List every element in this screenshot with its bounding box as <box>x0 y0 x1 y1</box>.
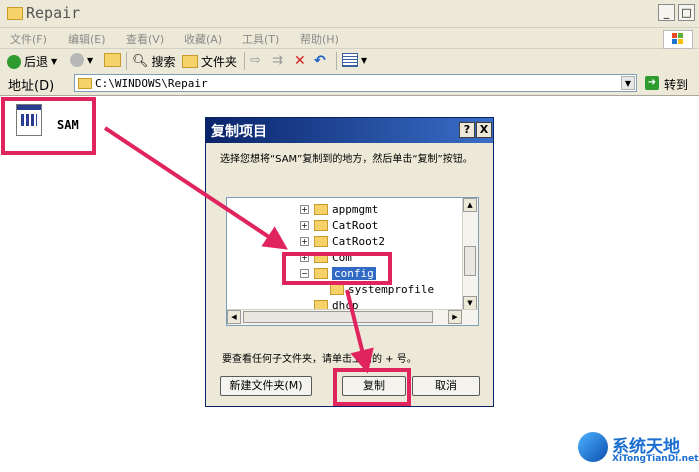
folder-icon <box>78 78 92 89</box>
title-bar: Repair _ □ <box>0 0 699 28</box>
views-icon <box>342 53 358 67</box>
expand-icon[interactable]: + <box>300 237 309 246</box>
address-label: 地址(D) <box>8 79 55 94</box>
window-title: Repair <box>26 4 81 22</box>
delete-button[interactable]: ✕ <box>294 53 306 69</box>
toolbar: 后退 ▼ ▼ 🔍︎ 搜索 文件夹 ⇨ ⇉ ✕ ↶ ▼ <box>0 49 699 74</box>
maximize-button[interactable]: □ <box>678 4 695 21</box>
tree-item-label: CatRoot <box>332 219 379 232</box>
folder-icon <box>7 7 23 20</box>
folder-icon <box>330 284 344 295</box>
folders-label: 文件夹 <box>201 55 238 69</box>
dialog-title-bar: 复制项目 ? X <box>206 118 493 143</box>
back-label: 后退 <box>24 55 49 69</box>
expand-icon[interactable]: + <box>300 205 309 214</box>
copy-highlight-box <box>333 368 411 406</box>
chevron-down-icon: ▼ <box>87 55 94 65</box>
toolbar-separator <box>244 52 245 70</box>
toolbar-separator <box>336 52 337 70</box>
tree-vertical-scrollbar[interactable]: ▲ ▼ <box>462 198 478 310</box>
scroll-up-icon[interactable]: ▲ <box>463 198 477 212</box>
expand-icon[interactable]: + <box>300 221 309 230</box>
windows-logo-icon <box>663 30 693 49</box>
go-arrow-icon[interactable]: ➜ <box>645 76 659 90</box>
folders-button[interactable]: 文件夹 <box>182 53 237 70</box>
menu-edit[interactable]: 编辑(E) <box>68 31 106 47</box>
up-folder-icon <box>104 53 121 67</box>
undo-icon: ↶ <box>314 53 326 69</box>
watermark-logo-icon <box>578 432 608 462</box>
scroll-right-icon[interactable]: ▶ <box>448 310 462 324</box>
address-dropdown-icon[interactable]: ▼ <box>621 76 635 90</box>
dialog-title: 复制项目 <box>211 124 267 140</box>
back-arrow-icon <box>7 54 21 69</box>
sam-highlight-box <box>1 97 96 155</box>
copy-to-icon: ⇉ <box>272 53 283 68</box>
tree-item-catroot2[interactable]: + CatRoot2 <box>227 234 467 250</box>
chevron-down-icon: ▼ <box>51 57 58 66</box>
address-bar: 地址(D) C:\WINDOWS\Repair ▼ ➜ 转到 <box>0 73 699 96</box>
tree-item-catroot[interactable]: + CatRoot <box>227 218 467 234</box>
config-highlight-box <box>282 252 392 285</box>
tree-horizontal-scrollbar[interactable]: ◀ ▶ <box>227 309 478 325</box>
address-input[interactable]: C:\WINDOWS\Repair ▼ <box>74 74 637 92</box>
menu-view[interactable]: 查看(V) <box>126 31 164 47</box>
watermark-url: XiTongTianDi.net <box>612 454 699 464</box>
move-to-button[interactable]: ⇨ <box>250 53 261 68</box>
folder-icon <box>314 204 328 215</box>
tree-item-label: CatRoot2 <box>332 235 385 248</box>
scroll-thumb[interactable] <box>243 311 433 323</box>
search-label: 搜索 <box>151 55 176 69</box>
delete-icon: ✕ <box>294 53 306 69</box>
copy-to-button[interactable]: ⇉ <box>272 53 283 68</box>
scroll-left-icon[interactable]: ◀ <box>227 310 241 324</box>
dialog-hint-text: 要查看任何子文件夹，请单击上面的 + 号。 <box>222 354 417 365</box>
address-path: C:\WINDOWS\Repair <box>95 77 208 90</box>
views-button[interactable]: ▼ <box>342 53 367 67</box>
dialog-close-button[interactable]: X <box>476 122 492 138</box>
scroll-thumb[interactable] <box>464 246 476 276</box>
search-icon: 🔍︎ <box>132 54 149 69</box>
scroll-down-icon[interactable]: ▼ <box>463 296 477 310</box>
folder-icon <box>314 220 328 231</box>
new-folder-button[interactable]: 新建文件夹(M) <box>220 376 312 396</box>
menu-tools[interactable]: 工具(T) <box>242 31 279 47</box>
menu-file[interactable]: 文件(F) <box>10 31 47 47</box>
undo-button[interactable]: ↶ <box>314 53 326 69</box>
menu-help[interactable]: 帮助(H) <box>300 31 339 47</box>
toolbar-separator <box>126 52 127 70</box>
move-to-icon: ⇨ <box>250 53 261 68</box>
watermark: 系统天地 XiTongTianDi.net <box>578 430 699 470</box>
menu-bar: 文件(F) 编辑(E) 查看(V) 收藏(A) 工具(T) 帮助(H) <box>0 28 699 49</box>
folders-icon <box>182 55 198 68</box>
chevron-down-icon: ▼ <box>361 55 368 65</box>
go-button[interactable]: 转到 <box>664 76 688 93</box>
tree-item-label: appmgmt <box>332 203 379 216</box>
up-folder-button[interactable] <box>104 53 121 67</box>
menu-favorites[interactable]: 收藏(A) <box>184 31 222 47</box>
forward-arrow-icon <box>70 53 84 67</box>
folder-icon <box>314 236 328 247</box>
search-button[interactable]: 🔍︎ 搜索 <box>132 53 176 70</box>
cancel-button[interactable]: 取消 <box>412 376 480 396</box>
dialog-instruction: 选择您想将“SAM”复制到的地方，然后单击“复制”按钮。 <box>220 154 473 165</box>
tree-item-appmgmt[interactable]: + appmgmt <box>227 202 467 218</box>
help-button[interactable]: ? <box>459 122 475 138</box>
forward-button[interactable]: ▼ <box>70 53 93 67</box>
back-button[interactable]: 后退 ▼ <box>7 53 57 70</box>
minimize-button[interactable]: _ <box>658 4 675 21</box>
